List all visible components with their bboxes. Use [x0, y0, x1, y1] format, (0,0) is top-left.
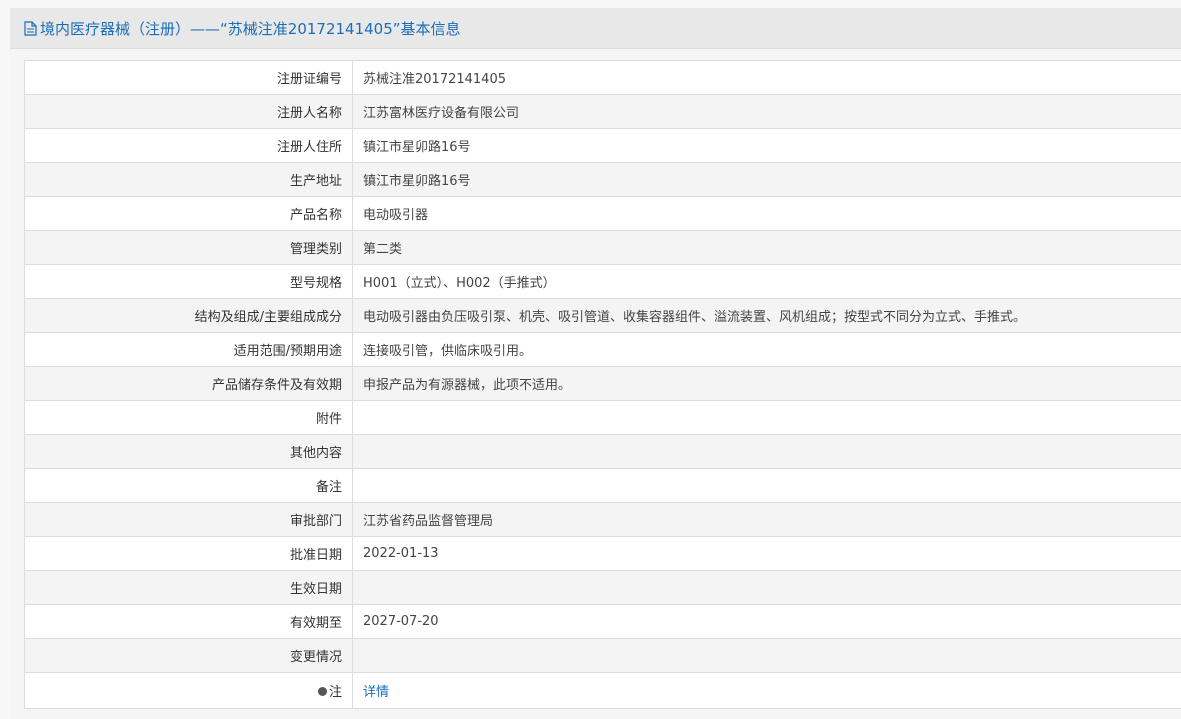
- table-row: 其他内容: [25, 434, 1181, 469]
- row-label: 变更情况: [25, 638, 353, 673]
- row-value: 苏械注准20172141405: [352, 61, 1181, 95]
- note-label: 注: [328, 685, 342, 700]
- row-value: 电动吸引器由负压吸引泵、机壳、吸引管道、收集容器组件、溢流装置、风机组成；按型式…: [352, 298, 1181, 333]
- table-row: 适用范围/预期用途 连接吸引管，供临床吸引用。: [25, 332, 1181, 367]
- table-row: 产品储存条件及有效期 申报产品为有源器械，此项不适用。: [25, 366, 1181, 401]
- row-label: 备注: [25, 468, 353, 503]
- row-label: 产品储存条件及有效期: [25, 366, 353, 401]
- row-label: 适用范围/预期用途: [25, 332, 353, 367]
- table-row: 注册人住所 镇江市星卯路16号: [25, 128, 1181, 163]
- row-label: 管理类别: [25, 230, 353, 265]
- row-label: 审批部门: [25, 502, 353, 537]
- row-value: 第二类: [352, 230, 1181, 265]
- row-value: 2022-01-13: [352, 536, 1181, 571]
- row-label: 其他内容: [25, 434, 353, 469]
- row-value: [352, 434, 1181, 469]
- row-label: 有效期至: [25, 604, 353, 639]
- row-label: 产品名称: [25, 196, 353, 231]
- row-value: 江苏富林医疗设备有限公司: [352, 94, 1181, 129]
- table-row: 生效日期: [25, 570, 1181, 605]
- row-value: 连接吸引管，供临床吸引用。: [352, 332, 1181, 367]
- row-value: H001（立式）、H002（手推式）: [352, 264, 1181, 299]
- row-value: 电动吸引器: [352, 196, 1181, 231]
- row-label: 附件: [25, 400, 353, 435]
- row-value: [352, 570, 1181, 605]
- page-header: 境内医疗器械（注册）——“苏械注准20172141405”基本信息: [10, 8, 1181, 49]
- row-label: 型号规格: [25, 264, 353, 299]
- table-row: 变更情况: [25, 638, 1181, 673]
- row-value: 江苏省药品监督管理局: [352, 502, 1181, 537]
- row-label: 生效日期: [25, 570, 353, 605]
- row-value: [352, 638, 1181, 673]
- table-row: 结构及组成/主要组成成分 电动吸引器由负压吸引泵、机壳、吸引管道、收集容器组件、溢…: [25, 298, 1181, 333]
- page-container: 境内医疗器械（注册）——“苏械注准20172141405”基本信息 注册证编号苏…: [10, 8, 1181, 719]
- row-label: 注册人住所: [25, 128, 353, 163]
- table-row: 备注: [25, 468, 1181, 503]
- row-label: 批准日期: [25, 536, 353, 571]
- table-row: 型号规格 H001（立式）、H002（手推式）: [25, 264, 1181, 299]
- info-table-panel: 注册证编号 苏械注准20172141405 注册人名称 江苏富林医疗设备有限公司 注…: [24, 60, 1181, 709]
- row-value: [352, 468, 1181, 503]
- row-value: 2027-07-20: [352, 604, 1181, 639]
- row-value: 申报产品为有源器械，此项不适用。: [352, 366, 1181, 401]
- table-row: 生产地址 镇江市星卯路16号: [25, 162, 1181, 197]
- row-label: 生产地址: [25, 162, 353, 197]
- row-value: 镇江市星卯路16号: [352, 128, 1181, 163]
- row-value: 镇江市星卯路16号: [352, 162, 1181, 197]
- table-row: 附件: [25, 400, 1181, 435]
- note-value-cell: 详情: [352, 672, 1181, 709]
- details-link[interactable]: 详情: [363, 685, 389, 700]
- info-table: 注册证编号 苏械注准20172141405 注册人名称 江苏富林医疗设备有限公司 注…: [25, 61, 1181, 709]
- row-label: 注册证编号: [25, 61, 353, 95]
- row-label: 注册人名称: [25, 94, 353, 129]
- table-row: 审批部门 江苏省药品监督管理局: [25, 502, 1181, 537]
- row-value: [352, 400, 1181, 435]
- document-icon: [24, 21, 38, 37]
- page-title: 境内医疗器械（注册）——“苏械注准20172141405”基本信息: [40, 19, 461, 38]
- table-row: 注册人名称 江苏富林医疗设备有限公司: [25, 94, 1181, 129]
- note-label-cell: 注: [25, 672, 353, 709]
- row-label: 结构及组成/主要组成成分: [25, 298, 353, 333]
- pin-icon: [317, 687, 327, 696]
- table-row: 有效期至 2027-07-20: [25, 604, 1181, 639]
- table-row: 管理类别 第二类: [25, 230, 1181, 265]
- table-row: 批准日期 2022-01-13: [25, 536, 1181, 571]
- note-row: 注 详情: [25, 672, 1181, 709]
- table-row: 产品名称 电动吸引器: [25, 196, 1181, 231]
- table-row: 注册证编号 苏械注准20172141405: [25, 61, 1181, 95]
